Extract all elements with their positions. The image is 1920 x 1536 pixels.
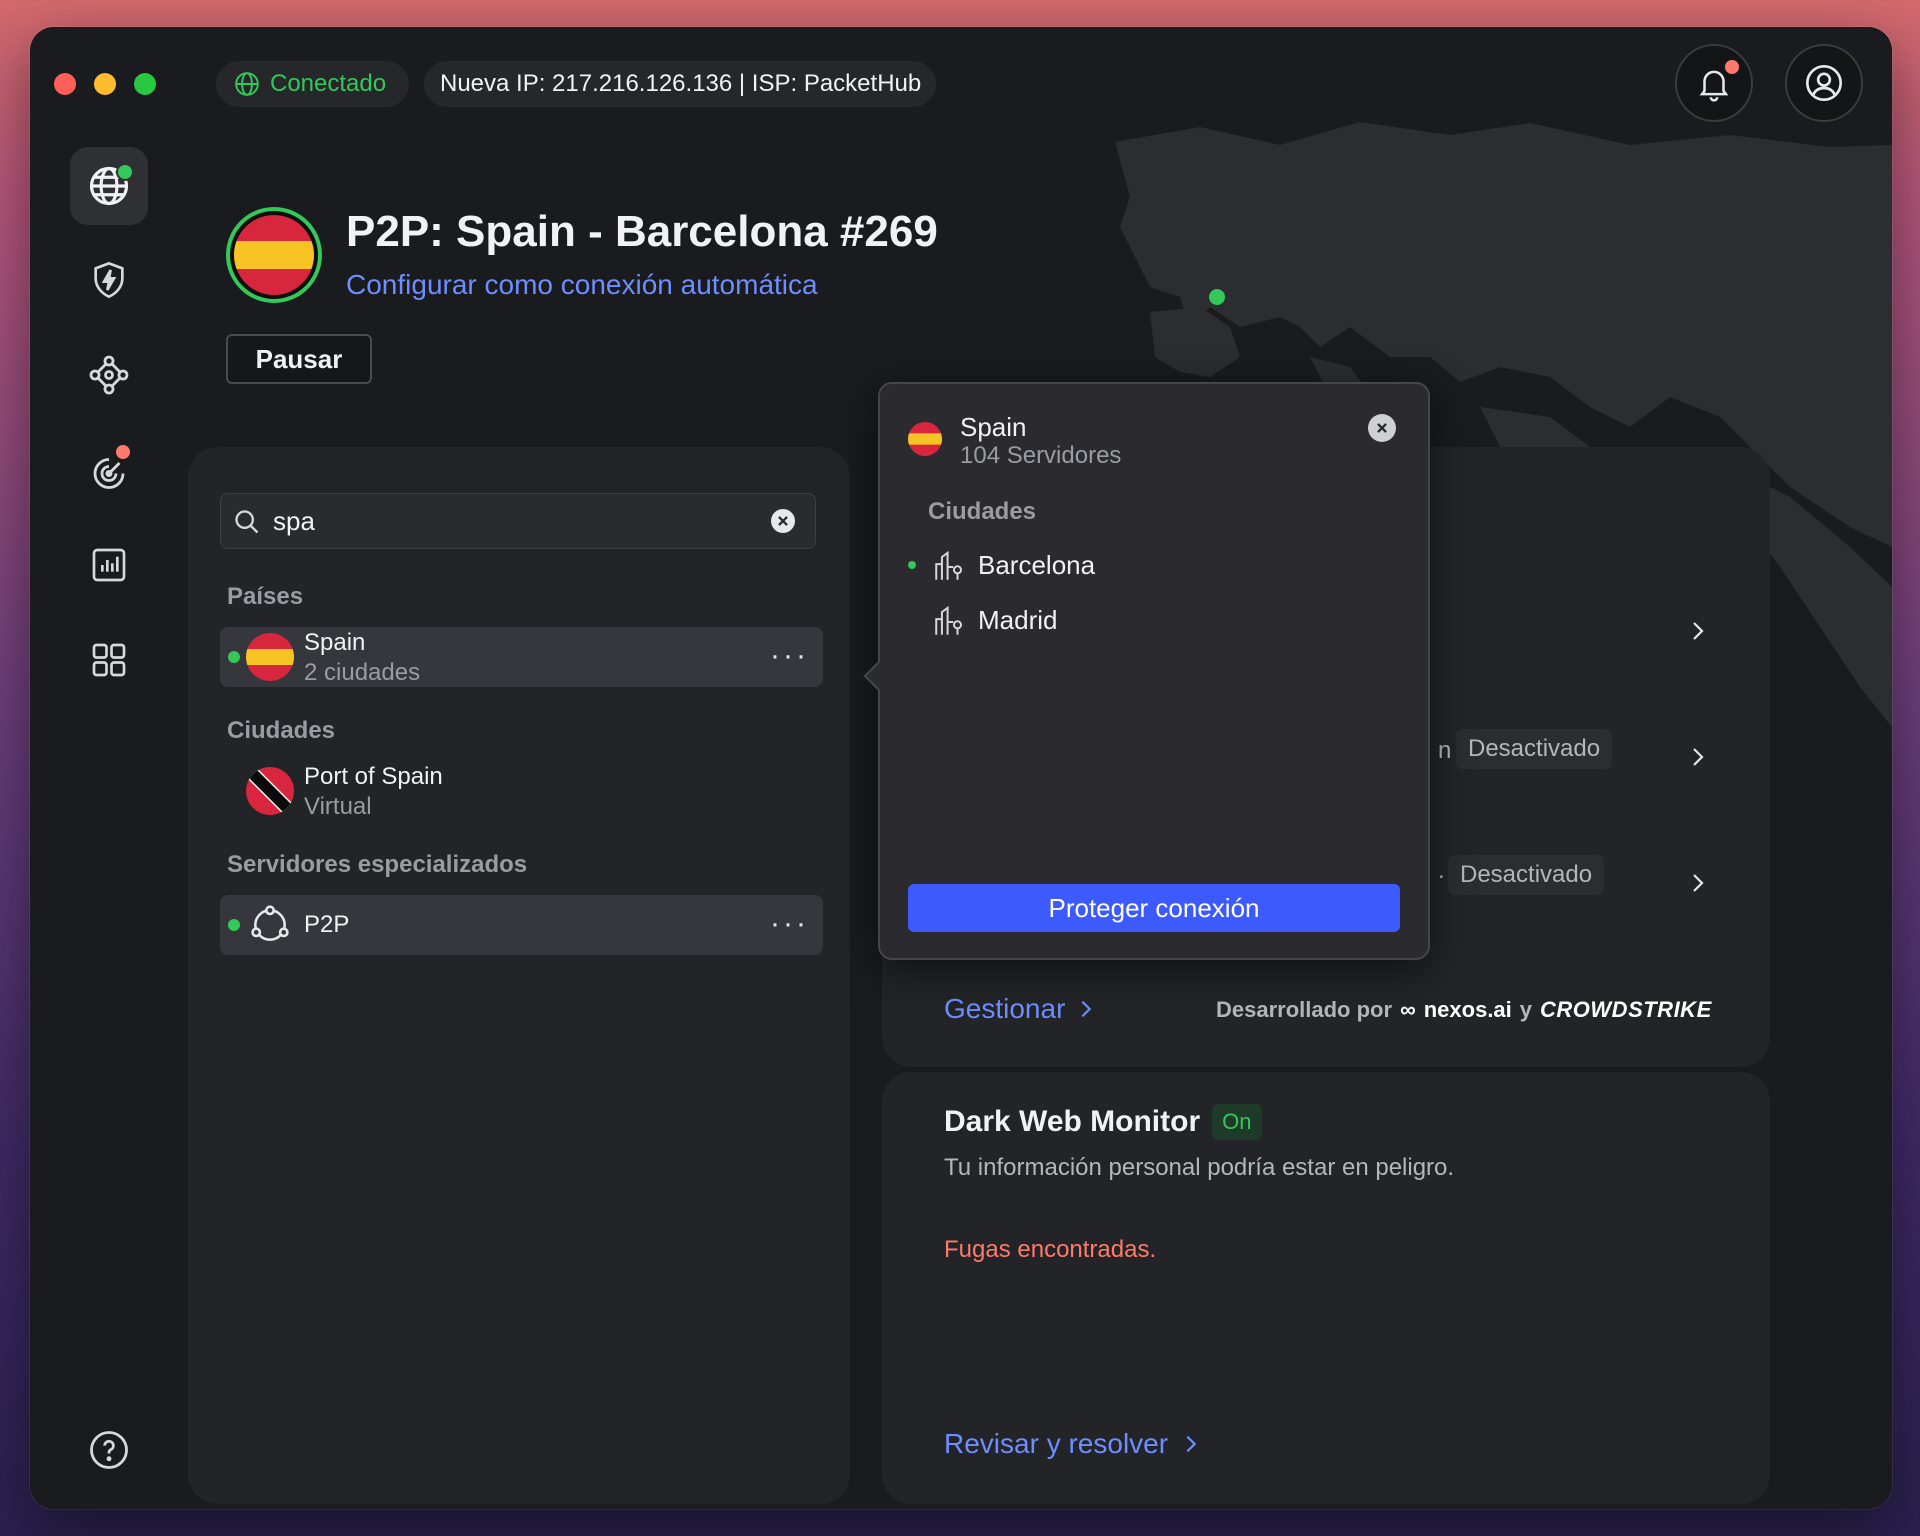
sidebar-item-threat-protection[interactable] (70, 241, 148, 319)
popover-close-button[interactable] (1368, 414, 1396, 442)
meshnet-icon (89, 355, 129, 395)
review-resolve-label: Revisar y resolver (944, 1428, 1169, 1459)
city-icon (935, 605, 963, 635)
popover-city-barcelona[interactable]: Barcelona (908, 544, 1388, 590)
clear-search-button[interactable] (771, 509, 795, 533)
row3-status-badge: Desactivado (1448, 855, 1605, 895)
partner1-name: nexos.ai (1423, 997, 1512, 1022)
app-window: Conectado Nueva IP: 217.216.126.136 | IS… (30, 27, 1892, 1509)
chevron-right-icon (1186, 1435, 1197, 1453)
sidebar-item-dark-web-monitor[interactable] (70, 431, 148, 509)
apps-grid-icon (92, 643, 126, 677)
partner2-name: CROWDSTRIKE (1540, 997, 1712, 1022)
country-popover: Spain 104 Servidores Ciudades Barcelona … (878, 382, 1430, 960)
trinidad-flag-icon (246, 767, 294, 815)
country-more-button[interactable]: ··· (770, 641, 809, 671)
specialized-row-p2p[interactable]: P2P ··· (220, 895, 823, 955)
chevron-right-icon[interactable] (1686, 745, 1710, 769)
specialized-name: P2P (304, 911, 350, 938)
row3-partial-text: . (1438, 857, 1445, 884)
connected-dot (228, 919, 240, 931)
pause-button[interactable]: Pausar (226, 334, 372, 384)
sidebar-item-meshnet[interactable] (70, 336, 148, 414)
sidebar-item-apps[interactable] (70, 621, 148, 699)
developed-by: Desarrollado por ∞ nexos.ai y CROWDSTRIK… (1216, 997, 1712, 1023)
stats-icon (92, 548, 126, 582)
chevron-right-icon (1081, 1000, 1092, 1018)
specialized-more-button[interactable]: ··· (770, 909, 809, 939)
sidebar-item-vpn[interactable] (70, 147, 148, 225)
popover-city-name: Barcelona (978, 550, 1096, 580)
dark-web-header: Dark Web Monitor On (944, 1104, 1262, 1140)
countries-heading: Países (227, 583, 304, 610)
connected-dot (908, 561, 916, 569)
dark-web-monitor-card: Dark Web Monitor On Tu información perso… (882, 1072, 1770, 1504)
specialized-heading: Servidores especializados (227, 851, 528, 878)
ip-info-text: Nueva IP: 217.216.126.136 | ISP: PacketH… (440, 70, 922, 97)
protect-connection-button[interactable]: Proteger conexión (908, 884, 1400, 932)
country-row-spain[interactable]: Spain 2 ciudades ··· (220, 627, 823, 687)
chevron-right-icon[interactable] (1686, 619, 1710, 643)
city-icon (935, 550, 963, 580)
popover-country-name: Spain (960, 412, 1027, 442)
city-row-port-of-spain[interactable]: Port of Spain Virtual (220, 761, 823, 821)
vpn-active-dot (116, 163, 134, 181)
country-name: Spain (304, 629, 366, 656)
search-icon (235, 510, 259, 534)
manage-link[interactable]: Gestionar (944, 993, 1097, 1025)
developed-by-label: Desarrollado por (1216, 997, 1393, 1022)
dark-web-description: Tu información personal podría estar en … (944, 1154, 1455, 1181)
popover-city-madrid[interactable]: Madrid (908, 599, 1388, 645)
shield-bolt-icon (94, 261, 124, 299)
connected-dot (228, 651, 240, 663)
dark-web-alert-dot (116, 445, 130, 459)
notifications-button[interactable] (1675, 44, 1753, 122)
popover-city-name: Madrid (978, 605, 1058, 635)
user-icon (1806, 65, 1842, 101)
search-input[interactable] (273, 502, 753, 540)
notification-dot (1725, 60, 1739, 74)
minimize-window-button[interactable] (94, 73, 116, 95)
server-title: P2P: Spain - Barcelona #269 (346, 207, 938, 256)
close-window-button[interactable] (54, 73, 76, 95)
connection-status: Conectado (216, 61, 409, 107)
maximize-window-button[interactable] (134, 73, 156, 95)
account-button[interactable] (1785, 44, 1863, 122)
help-icon (90, 1431, 128, 1469)
p2p-icon (251, 905, 289, 941)
connection-status-label: Conectado (270, 70, 387, 97)
conjunction-text: y (1519, 997, 1533, 1022)
ip-info: Nueva IP: 217.216.126.136 | ISP: PacketH… (424, 61, 936, 107)
close-icon (778, 516, 788, 526)
spain-flag-icon (246, 633, 294, 681)
spain-flag-icon (908, 422, 942, 456)
country-subtitle: 2 ciudades (304, 659, 421, 686)
manage-link-label: Gestionar (944, 993, 1066, 1024)
city-subtitle: Virtual (304, 793, 372, 820)
globe-status-icon (235, 72, 259, 96)
row2-status-badge: Desactivado (1456, 729, 1613, 769)
popover-cities-heading: Ciudades (928, 498, 1037, 525)
search-field[interactable] (220, 493, 816, 549)
dark-web-status-badge: On (1212, 1104, 1262, 1140)
nexos-logo-icon: ∞ (1400, 997, 1416, 1022)
popover-server-count: 104 Servidores (960, 442, 1122, 469)
sidebar-item-statistics[interactable] (70, 526, 148, 604)
city-name: Port of Spain (304, 763, 443, 790)
review-resolve-link[interactable]: Revisar y resolver (944, 1428, 1202, 1460)
autoconnect-link[interactable]: Configurar como conexión automática (346, 269, 818, 301)
cities-heading: Ciudades (227, 717, 336, 744)
chevron-right-icon[interactable] (1686, 871, 1710, 895)
sidebar-item-help[interactable] (70, 1411, 148, 1489)
dark-web-title: Dark Web Monitor (944, 1105, 1201, 1138)
spain-flag-large-icon (226, 207, 322, 303)
leaks-found-text: Fugas encontradas. (944, 1236, 1157, 1263)
row2-partial-text: n (1438, 737, 1452, 764)
close-icon (1377, 423, 1387, 433)
